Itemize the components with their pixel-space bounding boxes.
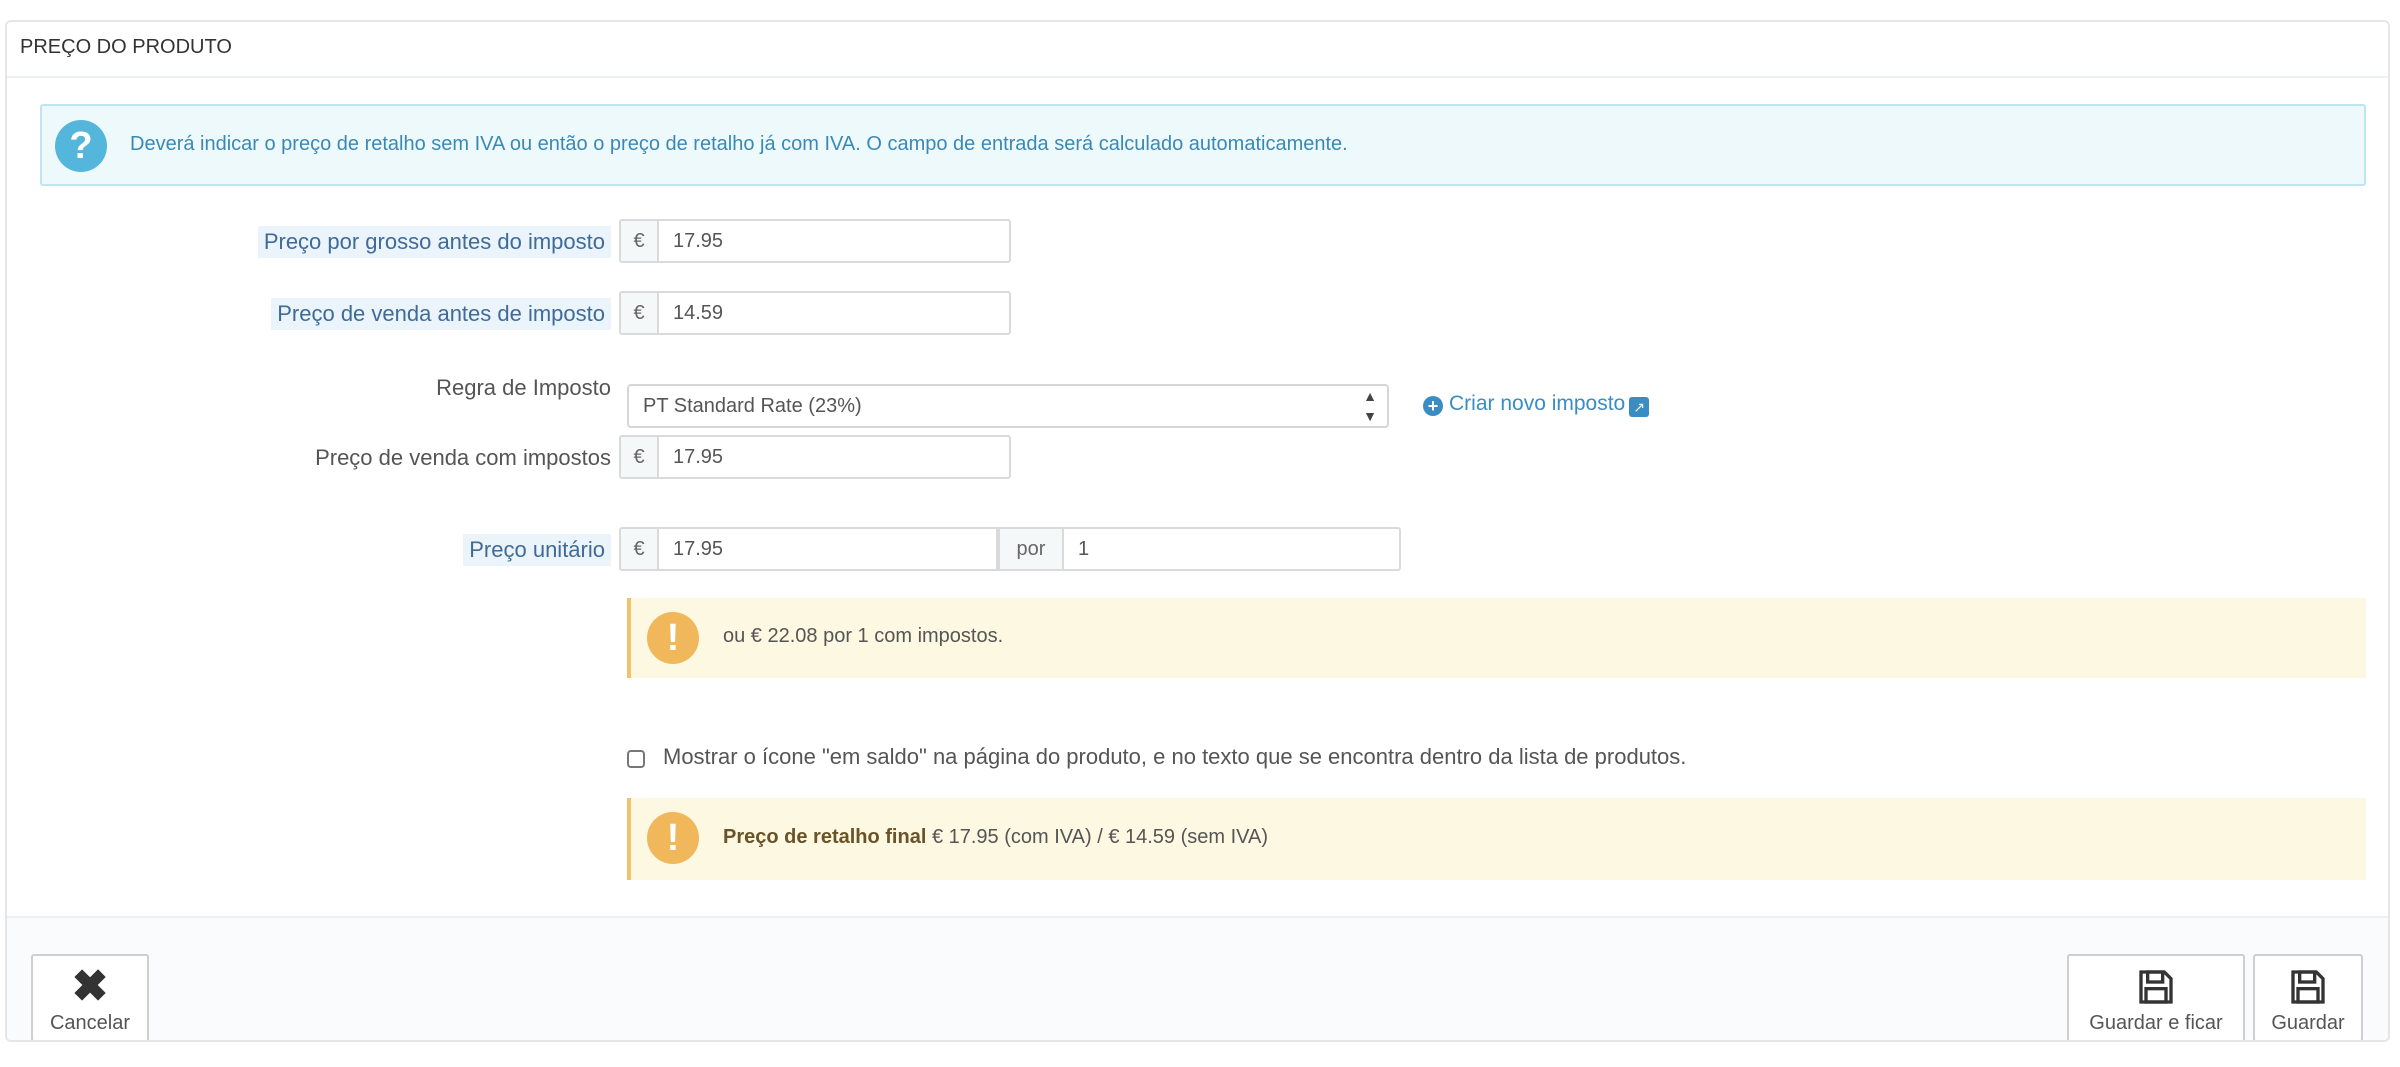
plus-circle-icon: + (1423, 396, 1443, 416)
product-price-page: PREÇO DO PRODUTO ? Deverá indicar o preç… (0, 0, 2400, 1067)
product-price-panel: PREÇO DO PRODUTO ? Deverá indicar o preç… (5, 20, 2390, 1042)
tax-rule-label-wrap: Regra de Imposto (7, 372, 611, 406)
on-sale-checkbox[interactable] (627, 750, 645, 768)
exclamation-circle-icon: ! (647, 612, 699, 664)
tax-rule-select[interactable]: PT Standard Rate (23%) ▲ ▼ (627, 384, 1389, 428)
retail-pretax-label-wrap: Preço de venda antes de imposto (7, 298, 611, 332)
save-and-stay-label: Guardar e ficar (2089, 1012, 2223, 1034)
save-button-label: Guardar (2271, 1012, 2345, 1034)
unit-price-note-text: ou € 22.08 por 1 com impostos. (723, 625, 1004, 647)
per-addon: por (998, 527, 1064, 571)
final-price-alert: ! Preço de retalho final € 17.95 (com IV… (627, 798, 2366, 880)
floppy-disk-icon (2291, 970, 2325, 1004)
currency-addon: € (619, 527, 659, 571)
currency-addon: € (619, 435, 659, 479)
panel-footer: ✖ Cancelar Guardar e ficar Guardar (7, 916, 2388, 1040)
panel-title: PREÇO DO PRODUTO (20, 36, 232, 58)
on-sale-checkbox-label[interactable]: Mostrar o ícone "em saldo" na página do … (663, 744, 1686, 770)
select-arrows-icon: ▲ ▼ (1363, 388, 1377, 424)
tax-rule-selected: PT Standard Rate (23%) (643, 395, 862, 417)
unit-price-note-alert: ! ou € 22.08 por 1 com impostos. (627, 598, 2366, 678)
tax-rule-label: Regra de Imposto (436, 375, 611, 400)
wholesale-price-label: Preço por grosso antes do imposto (257, 226, 611, 258)
create-tax-link-label: Criar novo imposto (1449, 392, 1626, 415)
info-alert-text: Deverá indicar o preço de retalho sem IV… (130, 133, 1348, 155)
floppy-disk-icon (2139, 970, 2173, 1004)
cancel-button-label: Cancelar (49, 1012, 131, 1034)
wholesale-label-wrap: Preço por grosso antes do imposto (7, 226, 611, 260)
exclamation-circle-icon: ! (647, 812, 699, 864)
wholesale-price-input[interactable]: 17.95 (659, 219, 1011, 263)
save-and-stay-button[interactable]: Guardar e ficar (2067, 954, 2245, 1040)
create-tax-link[interactable]: + Criar novo imposto ↗ (1423, 392, 1650, 417)
retail-pretax-label: Preço de venda antes de imposto (271, 298, 611, 330)
retail-pretax-input[interactable]: 14.59 (659, 291, 1011, 335)
final-price-value: € 17.95 (com IVA) / € 14.59 (sem IVA) (931, 826, 1269, 848)
info-alert: ? Deverá indicar o preço de retalho sem … (40, 104, 2366, 186)
unit-quantity-input[interactable]: 1 (1064, 527, 1401, 571)
retail-with-tax-label-wrap: Preço de venda com impostos (7, 442, 611, 476)
currency-addon: € (619, 219, 659, 263)
final-price-label: Preço de retalho final (723, 826, 927, 848)
cancel-button[interactable]: ✖ Cancelar (31, 954, 149, 1040)
save-button[interactable]: Guardar (2253, 954, 2363, 1040)
final-price-text: Preço de retalho final € 17.95 (com IVA)… (723, 826, 1268, 849)
unit-price-label: Preço unitário (463, 534, 611, 566)
external-link-icon: ↗ (1629, 397, 1650, 417)
unit-price-label-wrap: Preço unitário (7, 534, 611, 568)
unit-price-input[interactable]: 17.95 (659, 527, 998, 571)
question-circle-icon: ? (55, 120, 107, 172)
retail-with-tax-input[interactable]: 17.95 (659, 435, 1011, 479)
currency-addon: € (619, 291, 659, 335)
retail-with-tax-label: Preço de venda com impostos (315, 445, 611, 470)
panel-heading: PREÇO DO PRODUTO (7, 22, 2388, 78)
close-icon: ✖ (71, 962, 109, 1011)
